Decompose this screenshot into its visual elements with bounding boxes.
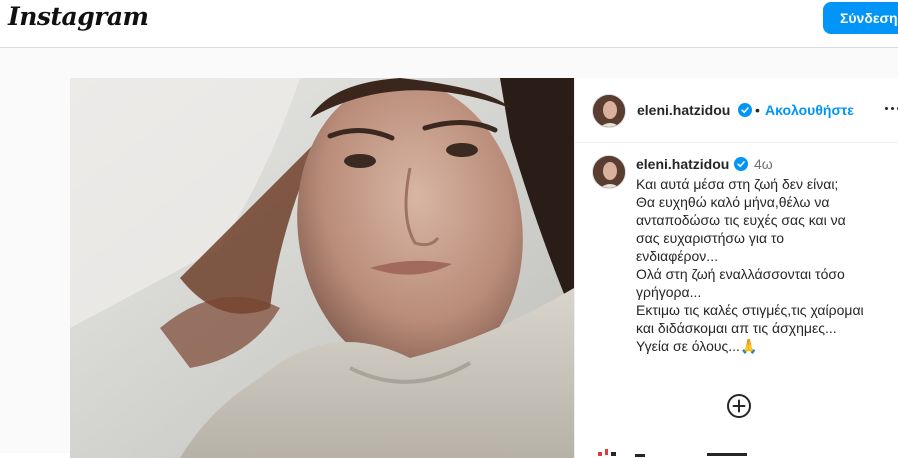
post-header: eleni.hatzidou • Ακολουθήστε: [575, 78, 898, 143]
caption-line: Ολά στη ζωή εναλλάσσονται τόσο: [636, 266, 845, 282]
caption-author-avatar[interactable]: [592, 155, 626, 189]
top-navigation-bar: Instagram Σύνδεση: [0, 0, 898, 48]
follow-button[interactable]: Ακολουθήστε: [765, 102, 854, 118]
caption-line: Εκτιμω τις καλές στιγμές,τις χαίρομαι: [636, 302, 864, 318]
post-side-panel: eleni.hatzidou • Ακολουθήστε eleni.hatzi…: [574, 78, 898, 458]
instagram-logo[interactable]: Instagram: [8, 2, 149, 31]
caption-line: Υγεία σε όλους...🙏: [636, 338, 758, 354]
caption-username[interactable]: eleni.hatzidou: [636, 156, 729, 172]
caption-line: και διδάσκομαι απ τις άσχημες...: [636, 320, 837, 336]
author-avatar[interactable]: [592, 94, 626, 128]
verified-badge-icon: [734, 157, 748, 171]
verified-badge-icon: [738, 103, 752, 117]
post-photo[interactable]: [70, 78, 574, 458]
caption-line: σας ευχαριστήσω για το: [636, 230, 785, 246]
caption-line: Και αυτά μέσα στη ζωή δεν είναι;: [636, 176, 839, 192]
avatar-image: [593, 156, 625, 188]
caption-line: ανταποδώσω τις ευχές σας και να: [636, 212, 846, 228]
caption-line: Θα ευχηθώ καλό μήνα,θέλω να: [636, 194, 830, 210]
avatar-image: [593, 95, 625, 127]
login-button[interactable]: Σύνδεση: [823, 2, 898, 34]
caption-line: γρήγορα...: [636, 284, 702, 300]
separator-dot: •: [755, 102, 760, 118]
add-circle-icon[interactable]: [726, 393, 752, 419]
author-username[interactable]: eleni.hatzidou: [637, 102, 730, 118]
post-time[interactable]: 4ω: [754, 156, 773, 172]
post-caption: Και αυτά μέσα στη ζωή δεν είναι; Θα ευχη…: [636, 175, 876, 355]
caption-line: ενδιαφέρον...: [636, 248, 718, 264]
action-bar-peek: [598, 449, 747, 457]
post-photo-image: [70, 78, 574, 458]
more-options-icon[interactable]: [883, 102, 898, 116]
